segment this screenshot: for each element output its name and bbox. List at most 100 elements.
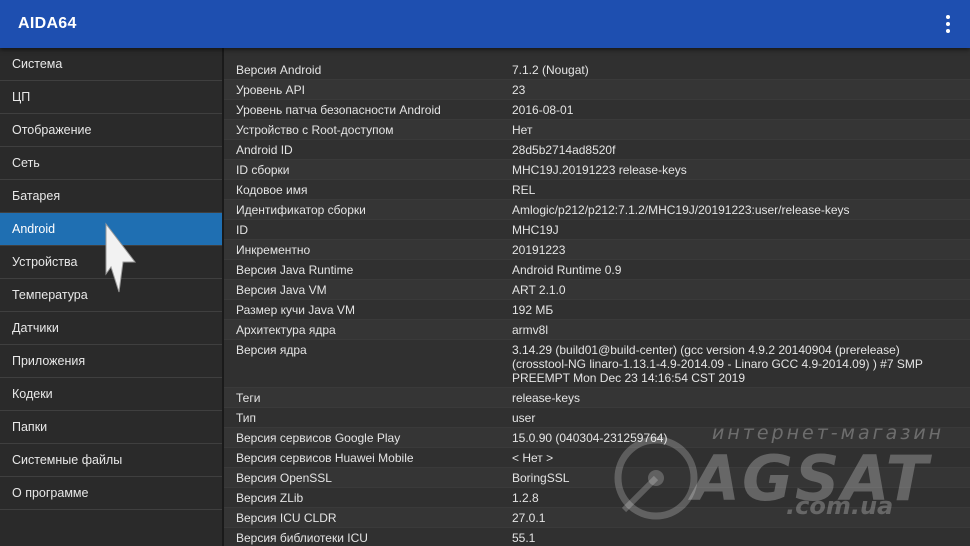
detail-key: Версия библиотеки ICU xyxy=(236,531,368,545)
detail-row: ID MHC19J xyxy=(224,220,970,240)
detail-key: Версия ICU CLDR xyxy=(236,511,337,525)
detail-key: Теги xyxy=(236,391,261,405)
detail-key: ID xyxy=(236,223,248,237)
sidebar-item-label: Датчики xyxy=(12,321,59,335)
detail-value: ART 2.1.0 xyxy=(512,283,566,297)
sidebar-item[interactable]: Датчики xyxy=(0,312,222,345)
sidebar-item[interactable]: ЦП xyxy=(0,81,222,114)
detail-row: Версия ядра 3.14.29 (build01@build-center… xyxy=(224,340,970,388)
detail-value: MHC19J.20191223 release-keys xyxy=(512,163,687,177)
sidebar-item[interactable]: Отображение xyxy=(0,114,222,147)
detail-row: Версия Java VM ART 2.1.0 xyxy=(224,280,970,300)
detail-key: Версия Java VM xyxy=(236,283,327,297)
detail-row: Уровень патча безопасности Android 2016-0… xyxy=(224,100,970,120)
sidebar-item-label: ЦП xyxy=(12,90,31,104)
sidebar-item[interactable]: Системные файлы xyxy=(0,444,222,477)
detail-value: 20191223 xyxy=(512,243,566,257)
detail-row: Уровень API 23 xyxy=(224,80,970,100)
sidebar-item-label: Системные файлы xyxy=(12,453,123,467)
detail-key: Версия Java Runtime xyxy=(236,263,354,277)
detail-row: Версия ICU CLDR 27.0.1 xyxy=(224,508,970,528)
sidebar-item[interactable]: Папки xyxy=(0,411,222,444)
detail-row: Кодовое имя REL xyxy=(224,180,970,200)
sidebar-item[interactable]: Приложения xyxy=(0,345,222,378)
detail-value: Android Runtime 0.9 xyxy=(512,263,622,277)
overflow-menu-icon[interactable] xyxy=(940,14,956,34)
detail-row: Теги release-keys xyxy=(224,388,970,408)
detail-key: Версия OpenSSL xyxy=(236,471,332,485)
mouse-pointer-icon xyxy=(105,222,137,293)
detail-row: Версия сервисов Huawei Mobile < Нет > xyxy=(224,448,970,468)
detail-key: Уровень патча безопасности Android xyxy=(236,103,441,117)
detail-value: 7.1.2 (Nougat) xyxy=(512,63,589,77)
detail-key: Уровень API xyxy=(236,83,305,97)
detail-key: Инкрементно xyxy=(236,243,311,257)
detail-row: Размер кучи Java VM 192 МБ xyxy=(224,300,970,320)
sidebar: Система ЦП Отображение Сеть Батарея Android Ус… xyxy=(0,48,224,546)
detail-value: 1.2.8 xyxy=(512,491,539,505)
sidebar-item-label: Кодеки xyxy=(12,387,53,401)
detail-key: Идентификатор сборки xyxy=(236,203,366,217)
detail-key: Android ID xyxy=(236,143,293,157)
detail-row: Версия сервисов Google Play 15.0.90 (0403… xyxy=(224,428,970,448)
detail-row: ID сборки MHC19J.20191223 release-keys xyxy=(224,160,970,180)
detail-row: Версия библиотеки ICU 55.1 xyxy=(224,528,970,546)
sidebar-item-label: Сеть xyxy=(12,156,40,170)
details-list: Версия Android 7.1.2 (Nougat) Уровень API 2… xyxy=(224,48,970,546)
sidebar-item[interactable]: Кодеки xyxy=(0,378,222,411)
sidebar-item-label: Папки xyxy=(12,420,48,434)
detail-value: release-keys xyxy=(512,391,581,405)
detail-value: user xyxy=(512,411,536,425)
detail-row: Версия ZLib 1.2.8 xyxy=(224,488,970,508)
detail-value: 28d5b2714ad8520f xyxy=(512,143,616,157)
app-title: AIDA64 xyxy=(18,15,77,32)
detail-value: MHC19J xyxy=(512,223,559,237)
sidebar-item[interactable]: Сеть xyxy=(0,147,222,180)
detail-value: armv8l xyxy=(512,323,549,337)
sidebar-item-label: О программе xyxy=(12,486,89,500)
detail-value: Нет xyxy=(512,123,533,137)
detail-key: Версия ZLib xyxy=(236,491,304,505)
detail-value: BoringSSL xyxy=(512,471,570,485)
detail-row: Android ID 28d5b2714ad8520f xyxy=(224,140,970,160)
detail-key: Версия ядра xyxy=(236,343,307,357)
detail-value: 15.0.90 (040304-231259764) xyxy=(512,431,668,445)
detail-row: Архитектура ядра armv8l xyxy=(224,320,970,340)
detail-value: < Нет > xyxy=(512,451,554,465)
detail-key: Кодовое имя xyxy=(236,183,308,197)
app-bar: AIDA64 xyxy=(0,0,970,48)
detail-value: 27.0.1 xyxy=(512,511,546,525)
detail-row: Тип user xyxy=(224,408,970,428)
detail-key: Размер кучи Java VM xyxy=(236,303,355,317)
detail-row: Версия Java Runtime Android Runtime 0.9 xyxy=(224,260,970,280)
detail-value: 2016-08-01 xyxy=(512,103,574,117)
sidebar-item-label: Приложения xyxy=(12,354,86,368)
sidebar-item[interactable]: Система xyxy=(0,48,222,81)
detail-row: Версия Android 7.1.2 (Nougat) xyxy=(224,60,970,80)
detail-key: Версия сервисов Google Play xyxy=(236,431,401,445)
detail-row: Версия OpenSSL BoringSSL xyxy=(224,468,970,488)
detail-value: 55.1 xyxy=(512,531,536,545)
sidebar-item-label: Батарея xyxy=(12,189,61,203)
sidebar-item[interactable]: Батарея xyxy=(0,180,222,213)
sidebar-item-label: Android xyxy=(12,222,56,236)
detail-row: Инкрементно 20191223 xyxy=(224,240,970,260)
sidebar-item[interactable]: О программе xyxy=(0,477,222,510)
detail-value: Amlogic/p212/p212:7.1.2/MHC19J/20191223:… xyxy=(512,203,850,217)
sidebar-item-label: Отображение xyxy=(12,123,92,137)
detail-value: 3.14.29 (build01@build-center) (gcc vers… xyxy=(512,343,923,385)
sidebar-item-label: Устройства xyxy=(12,255,78,269)
detail-key: ID сборки xyxy=(236,163,290,177)
sidebar-item-label: Температура xyxy=(12,288,88,302)
detail-row: Идентификатор сборки Amlogic/p212/p212:7.… xyxy=(224,200,970,220)
details-panel[interactable]: Версия Android 7.1.2 (Nougat) Уровень API 2… xyxy=(224,48,970,546)
detail-key: Версия Android xyxy=(236,63,322,77)
detail-row: Устройство с Root-доступом Нет xyxy=(224,120,970,140)
detail-key: Архитектура ядра xyxy=(236,323,336,337)
detail-value: 23 xyxy=(512,83,526,97)
detail-key: Устройство с Root-доступом xyxy=(236,123,394,137)
detail-key: Версия сервисов Huawei Mobile xyxy=(236,451,414,465)
detail-key: Тип xyxy=(236,411,257,425)
detail-value: 192 МБ xyxy=(512,303,554,317)
sidebar-item-label: Система xyxy=(12,57,63,71)
